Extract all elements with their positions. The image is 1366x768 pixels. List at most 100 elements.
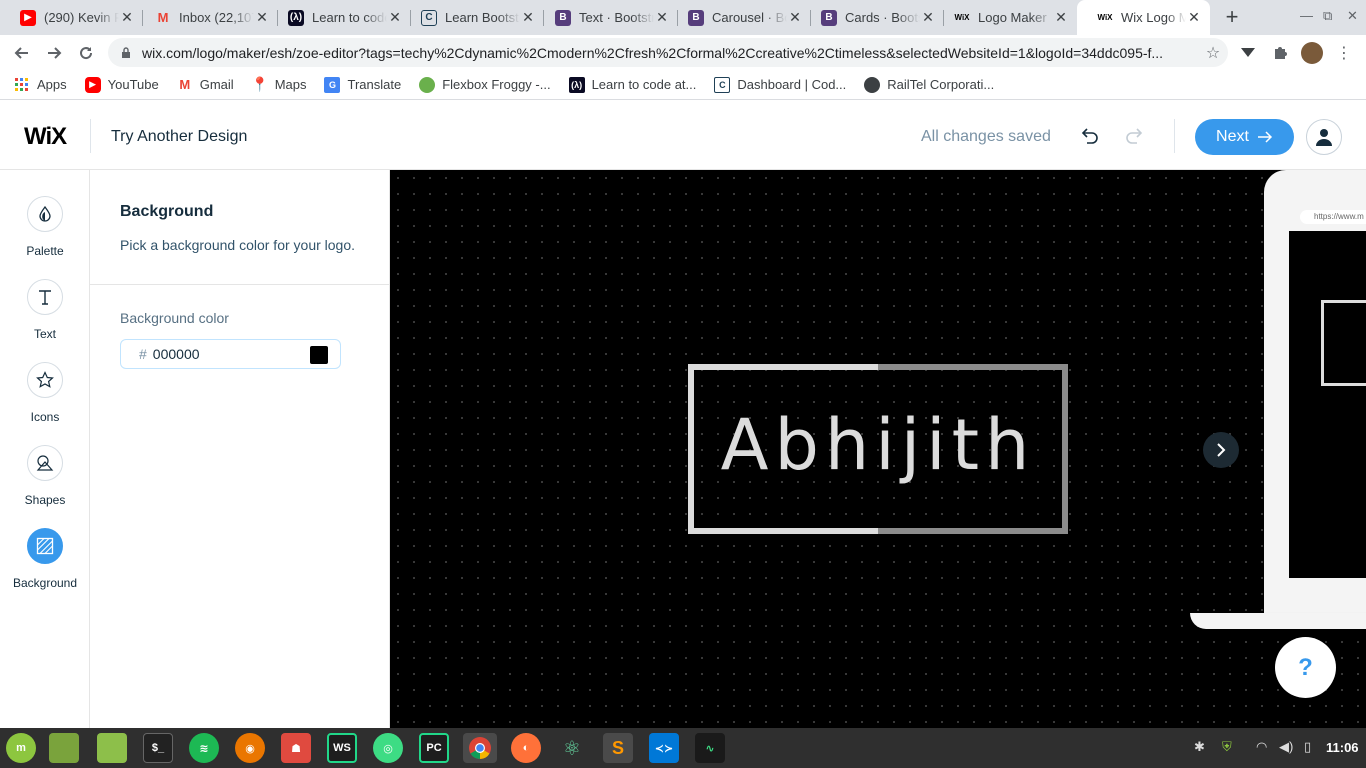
undo-icon[interactable] bbox=[1078, 125, 1100, 147]
address-bar[interactable]: wix.com/logo/maker/esh/zoe-editor?tags=t… bbox=[108, 38, 1228, 67]
palette-drop-icon bbox=[27, 196, 63, 232]
help-button[interactable]: ? bbox=[1275, 637, 1336, 698]
tab-title: (290) Kevin Powell bbox=[44, 10, 119, 25]
bookmark-youtube[interactable]: ▶ YouTube bbox=[84, 76, 159, 93]
tab-title: Carousel · Bootstrap bbox=[712, 10, 787, 25]
new-tab-button[interactable]: + bbox=[1219, 5, 1245, 29]
bookmark-label: Apps bbox=[37, 77, 67, 92]
tab-logo-maker[interactable]: WiX Logo Maker ✕ bbox=[934, 0, 1077, 35]
minimize-icon[interactable]: — bbox=[1300, 8, 1313, 23]
tab-freecodecamp[interactable]: (λ) Learn to code ✕ bbox=[268, 0, 411, 35]
rail-item-palette[interactable]: Palette bbox=[0, 196, 90, 266]
wix-logo[interactable]: WiX bbox=[24, 123, 67, 151]
firefox-icon[interactable]: ◐ bbox=[511, 733, 541, 763]
rail-label: Text bbox=[33, 327, 56, 341]
tab-bootstrap-carousel[interactable]: B Carousel · Bootstrap ✕ bbox=[668, 0, 811, 35]
rail-item-shapes[interactable]: Shapes bbox=[0, 445, 90, 515]
logo-text[interactable]: Abhijith bbox=[688, 404, 1068, 486]
panel-description: Pick a background color for your logo. bbox=[120, 237, 356, 253]
reload-button[interactable] bbox=[72, 39, 100, 67]
tab-youtube[interactable]: ▶ (290) Kevin Powell ✕ bbox=[0, 0, 143, 35]
bookmark-label: Dashboard | Cod... bbox=[737, 77, 847, 92]
bluetooth-icon[interactable]: ✱ bbox=[1194, 739, 1205, 755]
bookmark-railtel[interactable]: RailTel Corporati... bbox=[864, 76, 994, 93]
chrome-menu-icon[interactable]: ⋮ bbox=[1334, 43, 1354, 63]
logo-preview[interactable]: Abhijith bbox=[688, 364, 1068, 534]
gmail-icon: M bbox=[179, 77, 191, 92]
chrome-icon[interactable] bbox=[463, 733, 497, 763]
vscode-icon[interactable]: ≺≻ bbox=[649, 733, 679, 763]
folder-icon[interactable] bbox=[97, 733, 127, 763]
close-icon[interactable]: ✕ bbox=[119, 9, 135, 26]
folder-icon[interactable] bbox=[49, 733, 79, 763]
url-text: wix.com/logo/maker/esh/zoe-editor?tags=t… bbox=[142, 44, 1164, 61]
tab-wix-logo-maker[interactable]: WiX Wix Logo Maker ✕ bbox=[1077, 0, 1210, 35]
tab-gmail[interactable]: M Inbox (22,107) ✕ bbox=[135, 0, 278, 35]
volume-icon[interactable]: ◀) bbox=[1279, 739, 1293, 755]
tab-codecademy[interactable]: C Learn Bootstrap ✕ bbox=[401, 0, 544, 35]
redo-icon[interactable] bbox=[1124, 125, 1146, 147]
profile-avatar[interactable] bbox=[1301, 42, 1323, 64]
close-icon[interactable]: ✕ bbox=[520, 9, 536, 26]
pycharm-icon[interactable]: PC bbox=[419, 733, 449, 763]
bookmark-codecademy[interactable]: C Dashboard | Cod... bbox=[714, 76, 847, 93]
freecodecamp-icon: (λ) bbox=[568, 76, 585, 93]
bookmark-translate[interactable]: G Translate bbox=[324, 76, 401, 93]
bookmark-flexbox-froggy[interactable]: Flexbox Froggy -... bbox=[419, 76, 551, 93]
next-preview-button[interactable] bbox=[1203, 432, 1239, 468]
rail-item-icons[interactable]: Icons bbox=[0, 362, 90, 432]
bookmark-freecodecamp[interactable]: (λ) Learn to code at... bbox=[568, 76, 696, 93]
logo-canvas[interactable]: Abhijith https://www.m ? bbox=[390, 170, 1366, 728]
bookmark-gmail[interactable]: M Gmail bbox=[177, 77, 233, 93]
next-button[interactable]: Next bbox=[1195, 119, 1294, 155]
bookmark-maps[interactable]: 📍 Maps bbox=[251, 76, 307, 93]
shield-icon[interactable]: ⛨ bbox=[1222, 739, 1232, 755]
bookmarks-bar: Apps ▶ YouTube M Gmail 📍 Maps G Translat… bbox=[0, 70, 1366, 100]
background-color-field[interactable]: # bbox=[120, 339, 341, 369]
mint-menu-icon[interactable]: m bbox=[6, 733, 36, 763]
rail-label: Background bbox=[12, 576, 78, 590]
bootstrap-icon: B bbox=[821, 9, 837, 26]
color-swatch[interactable] bbox=[310, 346, 328, 364]
extensions-puzzle-icon[interactable] bbox=[1270, 43, 1290, 63]
clock[interactable]: 11:06 bbox=[1326, 740, 1359, 755]
terminal-icon[interactable]: $_ bbox=[143, 733, 173, 763]
header-divider bbox=[90, 119, 91, 153]
gitkraken-icon[interactable]: ☗ bbox=[281, 733, 311, 763]
close-icon[interactable]: ✕ bbox=[1186, 9, 1202, 26]
close-icon[interactable]: ✕ bbox=[1053, 9, 1069, 26]
atom-icon[interactable]: ⚛ bbox=[557, 733, 587, 763]
bookmark-star-icon[interactable]: ☆ bbox=[1198, 43, 1228, 63]
youtube-icon: ▶ bbox=[20, 9, 36, 26]
webstorm-icon[interactable]: WS bbox=[327, 733, 357, 763]
blender-icon[interactable]: ◉ bbox=[235, 733, 265, 763]
forward-button[interactable] bbox=[40, 39, 68, 67]
close-window-icon[interactable]: ✕ bbox=[1347, 8, 1358, 24]
reload-icon bbox=[80, 47, 93, 60]
mockup-logo-frame bbox=[1321, 300, 1366, 386]
battery-icon[interactable]: ▯ bbox=[1304, 739, 1311, 755]
wifi-icon[interactable]: ◠ bbox=[1256, 739, 1267, 755]
sublime-icon[interactable]: S bbox=[603, 733, 633, 763]
apps-grid-icon bbox=[14, 77, 30, 93]
hex-color-input[interactable] bbox=[152, 346, 293, 362]
system-monitor-icon[interactable]: ∿ bbox=[695, 733, 725, 763]
spotify-icon[interactable]: ≋ bbox=[189, 733, 219, 763]
tab-search-icon[interactable] bbox=[1238, 43, 1258, 63]
user-icon bbox=[1316, 129, 1332, 146]
tab-bootstrap-cards[interactable]: B Cards · Bootstrap ✕ bbox=[801, 0, 944, 35]
panel-title: Background bbox=[120, 203, 214, 220]
back-arrow-icon bbox=[14, 47, 28, 59]
rail-item-background[interactable]: Background bbox=[0, 528, 90, 598]
tab-bootstrap-text[interactable]: B Text · Bootstrap ✕ bbox=[535, 0, 678, 35]
try-another-design-link[interactable]: Try Another Design bbox=[111, 128, 247, 146]
background-panel: Background Pick a background color for y… bbox=[90, 170, 390, 728]
bookmark-label: YouTube bbox=[107, 77, 159, 92]
back-button[interactable] bbox=[8, 39, 36, 67]
bookmark-apps[interactable]: Apps bbox=[14, 77, 67, 93]
mockup-url: https://www.m bbox=[1300, 210, 1366, 224]
restore-icon[interactable]: ⧉ bbox=[1323, 8, 1332, 24]
android-studio-icon[interactable]: ◎ bbox=[373, 733, 403, 763]
rail-item-text[interactable]: Text bbox=[0, 279, 90, 349]
user-account-button[interactable] bbox=[1306, 119, 1342, 155]
